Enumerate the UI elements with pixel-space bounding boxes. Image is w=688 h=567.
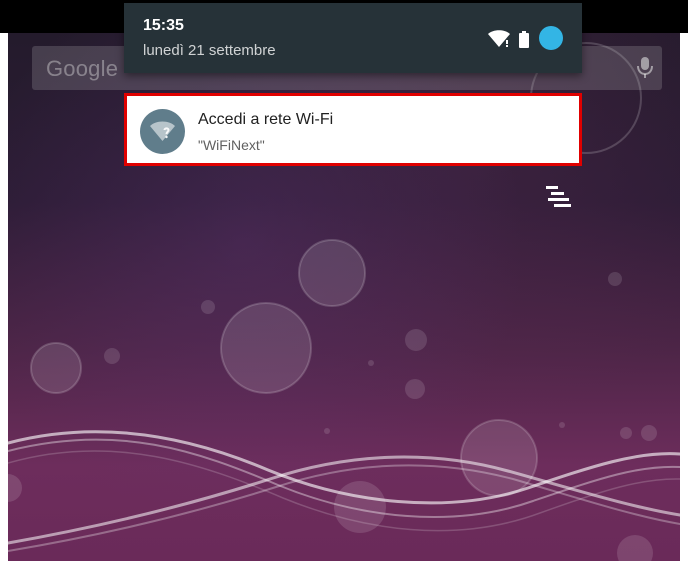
bokeh-dot	[608, 272, 622, 286]
highlighted-notification[interactable]: Accedi a rete Wi-Fi "WiFiNext"	[124, 93, 582, 166]
mic-icon[interactable]	[635, 56, 655, 80]
bokeh-circle	[461, 420, 537, 496]
bokeh-dot	[201, 300, 215, 314]
wifi-question-icon	[150, 121, 175, 141]
clock-date: lunedì 21 settembre	[143, 42, 276, 59]
bokeh-dot	[104, 348, 120, 364]
notification-title: Accedi a rete Wi-Fi	[198, 111, 334, 128]
avatar-icon[interactable]	[539, 26, 563, 50]
bokeh-dot	[620, 427, 632, 439]
bokeh-circle	[31, 343, 81, 393]
notification-stack-icon[interactable]	[544, 186, 574, 208]
wifi-icon	[488, 30, 510, 47]
wifi-question-icon	[140, 109, 185, 154]
bokeh-circle	[221, 303, 311, 393]
search-bar-label: Google	[46, 56, 119, 81]
bokeh-circle	[299, 240, 365, 306]
battery-icon	[519, 31, 529, 48]
bokeh-dot	[559, 422, 565, 428]
quick-settings-header[interactable]: 15:35 lunedì 21 settembre	[124, 3, 582, 73]
bokeh-dot	[8, 474, 22, 502]
bokeh-dot	[368, 360, 374, 366]
clock-time: 15:35	[143, 17, 184, 34]
notification-text: "WiFiNext"	[198, 137, 265, 153]
bokeh-dot	[617, 535, 653, 561]
status-icons	[487, 26, 563, 52]
bokeh-dot	[641, 425, 657, 441]
wifi-login-notification[interactable]: Accedi a rete Wi-Fi "WiFiNext"	[128, 97, 578, 162]
bokeh-dot	[405, 329, 427, 351]
bokeh-dot	[324, 428, 330, 434]
android-screen: Google 15:35 lunedì 21 settembre Accedi …	[0, 0, 688, 567]
bokeh-dot	[405, 379, 425, 399]
